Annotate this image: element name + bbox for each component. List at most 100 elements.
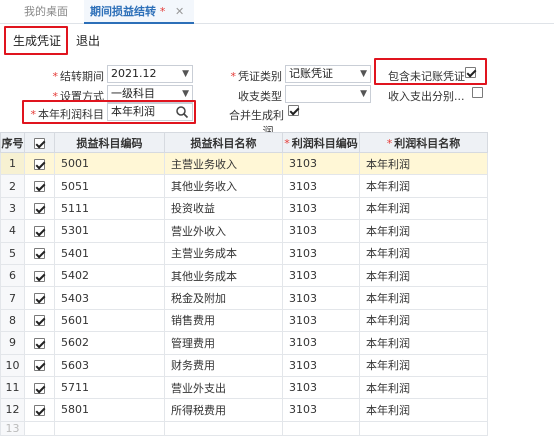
row-checkbox[interactable] xyxy=(34,181,45,193)
row-checkbox[interactable] xyxy=(34,225,45,237)
row-account-name[interactable]: 管理费用 xyxy=(164,331,283,355)
row-checkbox[interactable] xyxy=(34,337,45,349)
row-checkbox[interactable] xyxy=(34,203,45,215)
setup-select[interactable]: 一级科目 ▼ xyxy=(107,85,193,103)
row-account-name[interactable]: 财务费用 xyxy=(164,353,283,377)
profit-account-input[interactable]: 本年利润 xyxy=(107,103,193,121)
table-row[interactable]: 2 5051 其他业务收入 3103 本年利润 xyxy=(0,174,488,198)
row-profit-name[interactable]: 本年利润 xyxy=(359,219,488,243)
row-profit-name[interactable]: 本年利润 xyxy=(359,196,488,221)
row-account-code[interactable]: 5051 xyxy=(54,174,165,198)
row-account-name[interactable]: 投资收益 xyxy=(164,196,283,221)
table-row[interactable]: 1 5001 主营业务收入 3103 本年利润 xyxy=(0,151,488,176)
exit-button[interactable]: 退出 xyxy=(76,32,100,49)
row-account-code[interactable]: 5301 xyxy=(54,219,165,243)
row-checkbox[interactable] xyxy=(34,293,45,305)
row-profit-code[interactable]: 3103 xyxy=(282,151,360,176)
row-account-code[interactable]: 5111 xyxy=(54,196,165,221)
income-type-select[interactable]: ▼ xyxy=(285,85,371,103)
row-account-code[interactable]: 5602 xyxy=(54,331,165,355)
search-icon[interactable] xyxy=(175,105,189,119)
row-account-name[interactable]: 其他业务成本 xyxy=(164,263,283,288)
row-checkbox[interactable] xyxy=(34,158,45,170)
row-checkbox-cell[interactable] xyxy=(24,375,55,400)
table-row[interactable]: 11 5711 营业外支出 3103 本年利润 xyxy=(0,375,488,400)
select-all-checkbox[interactable] xyxy=(34,137,45,149)
row-account-name[interactable]: 税金及附加 xyxy=(164,286,283,310)
tab-my-desktop[interactable]: 我的桌面 xyxy=(24,0,68,24)
row-account-code[interactable]: 5001 xyxy=(54,151,165,176)
row-checkbox[interactable] xyxy=(34,382,45,394)
tab-period-profit-loss[interactable]: 期间损益结转 * ✕ xyxy=(84,0,194,24)
col-select-all[interactable] xyxy=(24,132,55,153)
row-checkbox[interactable] xyxy=(34,404,45,416)
row-profit-code[interactable]: 3103 xyxy=(282,263,360,288)
row-account-code[interactable]: 5601 xyxy=(54,308,165,333)
row-checkbox-cell[interactable] xyxy=(24,151,55,176)
row-profit-code[interactable]: 3103 xyxy=(282,196,360,221)
row-checkbox[interactable] xyxy=(34,360,45,372)
row-profit-name[interactable]: 本年利润 xyxy=(359,286,488,310)
table-row[interactable]: 5 5401 主营业务成本 3103 本年利润 xyxy=(0,241,488,265)
row-checkbox[interactable] xyxy=(34,270,45,282)
row-checkbox-cell[interactable] xyxy=(24,263,55,288)
row-account-code[interactable]: 5711 xyxy=(54,375,165,400)
row-account-code[interactable]: 5402 xyxy=(54,263,165,288)
include-unposted-checkbox[interactable] xyxy=(465,67,476,78)
row-account-name[interactable]: 营业外支出 xyxy=(164,375,283,400)
row-profit-code[interactable]: 3103 xyxy=(282,219,360,243)
row-account-name[interactable]: 其他业务收入 xyxy=(164,174,283,198)
row-profit-name[interactable]: 本年利润 xyxy=(359,151,488,176)
row-profit-name[interactable]: 本年利润 xyxy=(359,241,488,265)
voucher-type-select[interactable]: 记账凭证 ▼ xyxy=(285,65,371,83)
row-profit-name[interactable]: 本年利润 xyxy=(359,331,488,355)
row-profit-name[interactable]: 本年利润 xyxy=(359,398,488,422)
row-account-name[interactable]: 主营业务成本 xyxy=(164,241,283,265)
row-checkbox-cell[interactable] xyxy=(24,308,55,333)
table-row[interactable]: 9 5602 管理费用 3103 本年利润 xyxy=(0,331,488,355)
row-profit-name[interactable]: 本年利润 xyxy=(359,263,488,288)
row-account-name[interactable]: 主营业务收入 xyxy=(164,151,283,176)
row-checkbox-cell[interactable] xyxy=(24,241,55,265)
row-profit-code[interactable]: 3103 xyxy=(282,308,360,333)
row-account-name[interactable]: 所得税费用 xyxy=(164,398,283,422)
row-profit-code[interactable]: 3103 xyxy=(282,331,360,355)
row-checkbox-cell[interactable] xyxy=(24,219,55,243)
split-checkbox[interactable] xyxy=(472,87,483,98)
row-profit-code[interactable]: 3103 xyxy=(282,174,360,198)
row-checkbox-cell[interactable] xyxy=(24,174,55,198)
row-profit-code[interactable]: 3103 xyxy=(282,241,360,265)
table-row[interactable]: 6 5402 其他业务成本 3103 本年利润 xyxy=(0,263,488,288)
row-profit-code[interactable]: 3103 xyxy=(282,353,360,377)
row-profit-name[interactable]: 本年利润 xyxy=(359,353,488,377)
row-profit-code[interactable]: 3103 xyxy=(282,286,360,310)
table-row[interactable]: 10 5603 财务费用 3103 本年利润 xyxy=(0,353,488,377)
row-profit-name[interactable]: 本年利润 xyxy=(359,174,488,198)
row-account-code[interactable]: 5403 xyxy=(54,286,165,310)
table-row[interactable]: 4 5301 营业外收入 3103 本年利润 xyxy=(0,219,488,243)
row-profit-name[interactable]: 本年利润 xyxy=(359,308,488,333)
row-account-code[interactable]: 5603 xyxy=(54,353,165,377)
row-checkbox-cell[interactable] xyxy=(24,196,55,221)
table-row[interactable]: 12 5801 所得税费用 3103 本年利润 xyxy=(0,398,488,422)
merge-checkbox[interactable] xyxy=(288,105,299,116)
row-account-name[interactable]: 销售费用 xyxy=(164,308,283,333)
row-checkbox-cell[interactable] xyxy=(24,286,55,310)
row-account-name[interactable]: 营业外收入 xyxy=(164,219,283,243)
row-account-code[interactable]: 5801 xyxy=(54,398,165,422)
generate-voucher-button[interactable]: 生成凭证 xyxy=(13,32,61,49)
row-profit-code[interactable]: 3103 xyxy=(282,398,360,422)
row-account-code[interactable]: 5401 xyxy=(54,241,165,265)
row-profit-code[interactable]: 3103 xyxy=(282,375,360,400)
table-row[interactable]: 8 5601 销售费用 3103 本年利润 xyxy=(0,308,488,333)
table-row[interactable]: 3 5111 投资收益 3103 本年利润 xyxy=(0,196,488,221)
row-checkbox[interactable] xyxy=(34,315,45,327)
row-checkbox[interactable] xyxy=(34,248,45,260)
row-profit-name[interactable]: 本年利润 xyxy=(359,375,488,400)
period-select[interactable]: 2021.12 ▼ xyxy=(107,65,193,83)
table-row[interactable]: 7 5403 税金及附加 3103 本年利润 xyxy=(0,286,488,310)
close-icon[interactable]: ✕ xyxy=(175,0,184,24)
row-checkbox-cell[interactable] xyxy=(24,353,55,377)
row-checkbox-cell[interactable] xyxy=(24,398,55,422)
row-checkbox-cell[interactable] xyxy=(24,331,55,355)
